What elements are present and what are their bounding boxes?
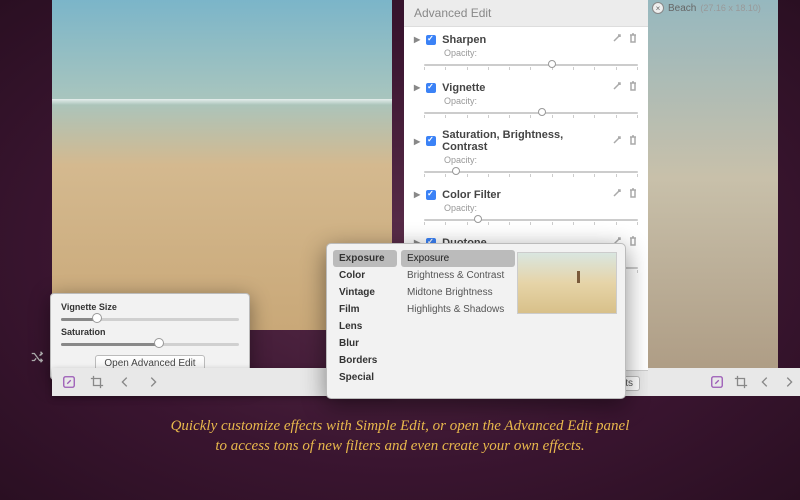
effect-checkbox[interactable]: [426, 190, 436, 200]
disclosure-triangle-icon[interactable]: ▶: [414, 137, 420, 146]
effect-settings-icon[interactable]: [612, 135, 622, 148]
opacity-label: Opacity:: [444, 48, 638, 58]
subcategory-item[interactable]: Brightness & Contrast: [401, 267, 515, 284]
crop-icon[interactable]: [90, 375, 104, 389]
vignette-size-slider[interactable]: [61, 312, 239, 326]
effect-delete-icon[interactable]: [628, 236, 638, 249]
edit-effects-icon[interactable]: [710, 375, 724, 389]
forward-arrow-icon[interactable]: [146, 375, 160, 389]
category-item[interactable]: Blur: [333, 335, 397, 352]
effect-delete-icon[interactable]: [628, 33, 638, 46]
opacity-label: Opacity:: [444, 203, 638, 213]
beach-photo-right: × Beach (27.16 x 18.10): [648, 0, 778, 396]
category-item[interactable]: Exposure: [333, 250, 397, 267]
opacity-slider[interactable]: [424, 166, 638, 178]
marketing-caption: Quickly customize effects with Simple Ed…: [0, 416, 800, 457]
category-item[interactable]: Special: [333, 369, 397, 386]
opacity-slider[interactable]: [424, 214, 638, 226]
saturation-slider[interactable]: [61, 337, 239, 351]
vignette-size-label: Vignette Size: [61, 302, 239, 312]
edit-effects-icon[interactable]: [62, 375, 76, 389]
effect-header[interactable]: ▶ Vignette: [414, 81, 638, 94]
effect-categories-popover: ExposureColorVintageFilmLensBlurBordersS…: [326, 243, 626, 399]
category-item[interactable]: Vintage: [333, 284, 397, 301]
effect-delete-icon[interactable]: [628, 135, 638, 148]
back-arrow-icon[interactable]: [118, 375, 132, 389]
subcategory-item[interactable]: Exposure: [401, 250, 515, 267]
forward-arrow-icon[interactable]: [782, 375, 796, 389]
disclosure-triangle-icon[interactable]: ▶: [414, 190, 420, 199]
image-dimensions: (27.16 x 18.10): [700, 3, 761, 13]
opacity-slider[interactable]: [424, 107, 638, 119]
toolbar-right: [648, 368, 800, 396]
disclosure-triangle-icon[interactable]: ▶: [414, 83, 420, 92]
category-item[interactable]: Film: [333, 301, 397, 318]
shuffle-icon[interactable]: [30, 350, 44, 367]
category-item[interactable]: Borders: [333, 352, 397, 369]
close-icon[interactable]: ×: [652, 2, 664, 14]
disclosure-triangle-icon[interactable]: ▶: [414, 35, 420, 44]
effect-header[interactable]: ▶ Saturation, Brightness, Contrast: [414, 129, 638, 153]
subcategory-item[interactable]: Midtone Brightness: [401, 284, 515, 301]
effect-group: ▶ Vignette Opacity:: [414, 75, 638, 119]
effect-name: Sharpen: [442, 34, 486, 46]
effect-group: ▶ Color Filter Opacity:: [414, 182, 638, 226]
opacity-label: Opacity:: [444, 155, 638, 165]
crop-icon[interactable]: [734, 375, 748, 389]
effect-checkbox[interactable]: [426, 83, 436, 93]
image-name: Beach: [668, 3, 696, 14]
effect-name: Color Filter: [442, 189, 501, 201]
effect-header[interactable]: ▶ Sharpen: [414, 33, 638, 46]
opacity-slider[interactable]: [424, 59, 638, 71]
category-item[interactable]: Color: [333, 267, 397, 284]
category-item[interactable]: Lens: [333, 318, 397, 335]
effect-checkbox[interactable]: [426, 35, 436, 45]
effect-checkbox[interactable]: [426, 136, 436, 146]
advanced-edit-title: Advanced Edit: [404, 0, 648, 27]
effect-preview-thumbnail[interactable]: [517, 252, 617, 314]
effect-group: ▶ Saturation, Brightness, Contrast Opaci…: [414, 123, 638, 178]
back-arrow-icon[interactable]: [758, 375, 772, 389]
effect-settings-icon[interactable]: [612, 33, 622, 46]
subcategory-item[interactable]: Highlights & Shadows: [401, 301, 515, 318]
effect-settings-icon[interactable]: [612, 81, 622, 94]
effect-header[interactable]: ▶ Color Filter: [414, 188, 638, 201]
effect-delete-icon[interactable]: [628, 188, 638, 201]
effect-name: Vignette: [442, 82, 485, 94]
opacity-label: Opacity:: [444, 96, 638, 106]
effect-name: Saturation, Brightness, Contrast: [442, 129, 606, 153]
effect-delete-icon[interactable]: [628, 81, 638, 94]
saturation-label: Saturation: [61, 327, 239, 337]
effect-settings-icon[interactable]: [612, 188, 622, 201]
simple-edit-popover: Vignette Size Saturation Open Advanced E…: [50, 293, 250, 380]
effect-group: ▶ Sharpen Opacity:: [414, 27, 638, 71]
